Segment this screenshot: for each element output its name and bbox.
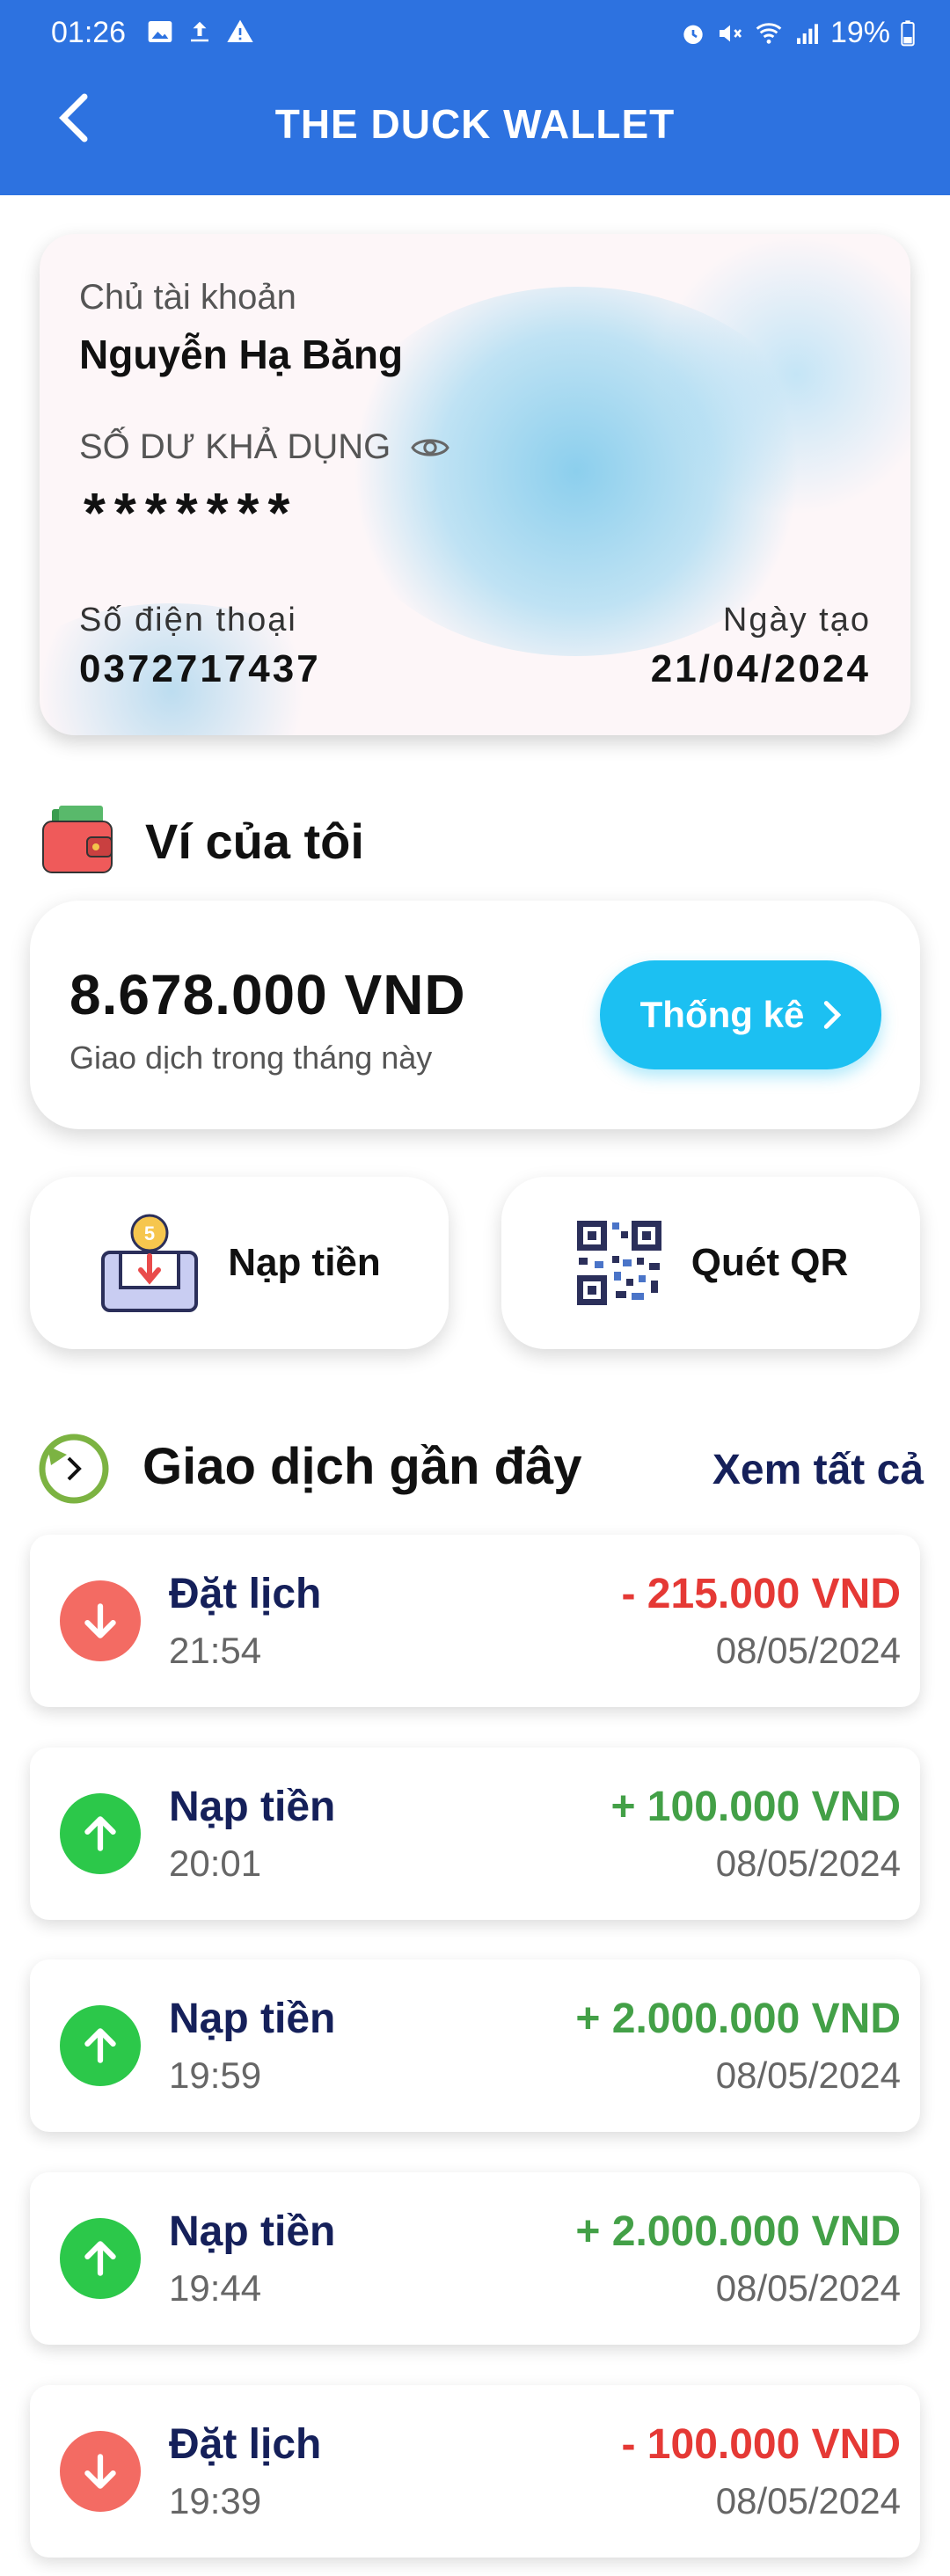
transaction-type: Nạp tiền (169, 2208, 336, 2255)
account-card: Chủ tài khoản Nguyễn Hạ Băng SỐ DƯ KHẢ D… (40, 234, 910, 735)
transaction-amount: + 2.000.000 VND (575, 1996, 901, 2042)
app-bar: THE DUCK WALLET (0, 65, 950, 195)
status-right-icons: 19% (679, 16, 917, 50)
income-icon (60, 2218, 141, 2299)
transaction-type: Đặt lịch (169, 2421, 322, 2468)
transaction-time: 21:54 (169, 1630, 262, 1671)
transaction-time: 20:01 (169, 1843, 262, 1884)
income-icon (60, 2005, 141, 2086)
expense-icon (60, 1580, 141, 1661)
svg-text:5: 5 (144, 1222, 155, 1244)
created-label: Ngày tạo (722, 602, 871, 639)
app-title: THE DUCK WALLET (274, 101, 676, 147)
scan-qr-label: Quét QR (691, 1241, 849, 1284)
transaction-amount: + 2.000.000 VND (575, 2208, 901, 2255)
income-icon (60, 1793, 141, 1874)
phone-number: 0372717437 (79, 647, 321, 690)
transaction-time: 19:59 (169, 2054, 262, 2096)
transaction-item[interactable]: Đặt lịch 21:54 - 215.000 VND 08/05/2024 (30, 1535, 920, 1707)
wallet-icon (42, 806, 113, 873)
transaction-type: Nạp tiền (169, 1996, 336, 2042)
balance-label-row: SỐ DƯ KHẢ DỤNG (79, 427, 450, 467)
alarm-icon (683, 25, 703, 44)
wallet-summary-card: 8.678.000 VND Giao dịch trong tháng này … (30, 901, 920, 1129)
transaction-date: 08/05/2024 (715, 2480, 901, 2521)
transaction-type: Nạp tiền (169, 1784, 336, 1830)
owner-label: Chủ tài khoản (79, 278, 296, 317)
status-left-icons (146, 18, 255, 46)
image-icon (148, 21, 172, 42)
transaction-date: 08/05/2024 (715, 2054, 901, 2096)
stats-button[interactable]: Thống kê (600, 960, 881, 1069)
transaction-item[interactable]: Nạp tiền 19:59 + 2.000.000 VND 08/05/202… (30, 1959, 920, 2132)
transaction-date: 08/05/2024 (715, 1630, 901, 1671)
transaction-date: 08/05/2024 (715, 2267, 901, 2309)
owner-name: Nguyễn Hạ Băng (79, 332, 404, 377)
transaction-time: 19:39 (169, 2480, 262, 2521)
recent-title: Giao dịch gần đây (142, 1438, 582, 1495)
transaction-type: Đặt lịch (169, 1571, 322, 1617)
wallet-heading: Ví của tôi (40, 806, 364, 876)
transaction-item[interactable]: Đặt lịch 19:39 - 100.000 VND 08/05/2024 (30, 2385, 920, 2558)
month-amount: 8.678.000 VND (69, 963, 466, 1026)
battery-percent: 19% (829, 16, 890, 49)
recent-heading: Giao dịch gần đây Xem tất cả (35, 1428, 924, 1507)
phone-label: Số điện thoại (79, 602, 297, 639)
transaction-time: 19:44 (169, 2267, 262, 2309)
month-subtitle: Giao dịch trong tháng này (69, 1040, 433, 1076)
upload-icon (191, 21, 208, 42)
expense-icon (60, 2431, 141, 2512)
topup-button[interactable]: 5 Nạp tiền (30, 1177, 449, 1349)
battery-icon (901, 19, 915, 46)
signal-icon (796, 23, 818, 44)
scan-qr-button[interactable]: Quét QR (501, 1177, 920, 1349)
topup-label: Nạp tiền (228, 1241, 381, 1284)
transaction-item[interactable]: Nạp tiền 19:44 + 2.000.000 VND 08/05/202… (30, 2172, 920, 2345)
transaction-item[interactable]: Nạp tiền 20:01 + 100.000 VND 08/05/2024 (30, 1748, 920, 1920)
history-icon (39, 1434, 109, 1504)
wifi-icon (756, 22, 782, 44)
masked-balance: ******* (84, 481, 299, 544)
see-all-link[interactable]: Xem tất cả (712, 1446, 924, 1494)
chevron-right-icon (824, 1001, 842, 1029)
wallet-title: Ví của tôi (145, 813, 364, 869)
status-bar: 01:26 19% (0, 0, 950, 65)
status-time: 01:26 (51, 16, 127, 49)
transaction-date: 08/05/2024 (715, 1843, 901, 1884)
warning-icon (227, 19, 253, 42)
topup-icon: 5 (101, 1214, 199, 1312)
transaction-amount: + 100.000 VND (610, 1784, 901, 1830)
transaction-amount: - 100.000 VND (621, 2421, 901, 2468)
balance-label: SỐ DƯ KHẢ DỤNG (79, 427, 391, 466)
created-date: 21/04/2024 (650, 647, 871, 690)
mute-icon (719, 25, 742, 41)
eye-icon[interactable] (410, 434, 450, 462)
transaction-amount: - 215.000 VND (621, 1571, 901, 1617)
qr-code-icon (573, 1217, 665, 1309)
stats-button-label: Thống kê (639, 994, 805, 1035)
